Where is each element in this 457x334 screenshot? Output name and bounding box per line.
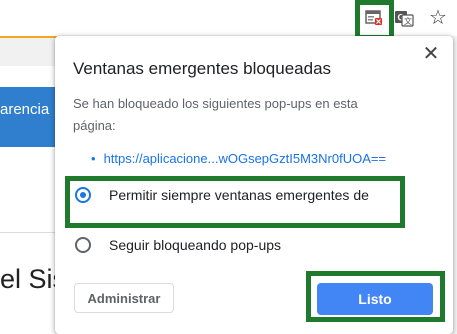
background-banner-text: arencia	[0, 101, 50, 118]
manage-button[interactable]: Administrar	[74, 283, 174, 313]
highlight-always-allow	[65, 176, 405, 228]
blocked-popup-url[interactable]: https://aplicacione...wOGsepGztI5M3Nr0fU…	[104, 151, 387, 166]
dialog-title: Ventanas emergentes bloqueadas	[73, 59, 332, 78]
option-keep-blocking[interactable]: Seguir bloqueando pop-ups	[75, 237, 281, 253]
translate-icon[interactable]: G 文	[393, 7, 415, 29]
radio-keep-blocking[interactable]	[75, 237, 91, 253]
close-icon[interactable]: ✕	[421, 44, 441, 64]
background-tab	[0, 36, 57, 66]
bullet-icon: •	[91, 151, 96, 166]
highlight-popup-icon	[355, 0, 394, 40]
blocked-popup-link[interactable]: • https://aplicacione...wOGsepGztI5M3Nr0f…	[91, 151, 386, 166]
highlight-done-button	[306, 271, 445, 322]
svg-text:文: 文	[404, 16, 412, 26]
background-heading: el Sis	[0, 264, 57, 294]
option-keep-blocking-label: Seguir bloqueando pop-ups	[109, 237, 282, 253]
star-icon[interactable]: ☆	[427, 7, 449, 29]
background-divider	[0, 232, 57, 233]
background-banner: arencia	[0, 87, 57, 147]
dialog-description: Se han bloqueado los siguientes pop-ups …	[73, 96, 358, 133]
